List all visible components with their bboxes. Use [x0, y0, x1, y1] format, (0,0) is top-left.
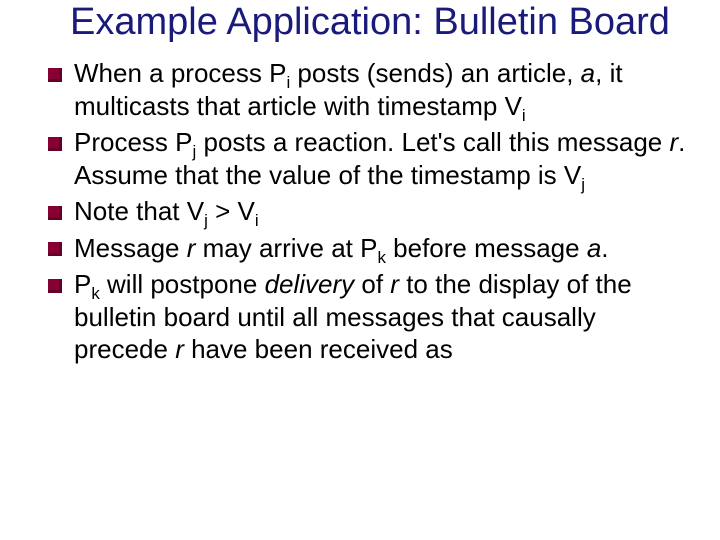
- subscript: i: [522, 106, 526, 125]
- subscript: i: [255, 211, 259, 230]
- italic-text: r: [669, 127, 678, 157]
- subscript: k: [91, 284, 99, 303]
- text: Note that V: [74, 196, 204, 226]
- italic-text: a: [581, 58, 595, 88]
- slide-title: Example Application: Bulletin Board: [48, 2, 692, 43]
- text: of: [354, 269, 390, 299]
- list-item: When a process P i posts (sends) an artic…: [48, 57, 692, 122]
- slide: Example Application: Bulletin Board When…: [0, 2, 720, 540]
- text: posts a reaction. Let's call this messag…: [196, 127, 669, 157]
- text: > V: [208, 196, 255, 226]
- list-item: Process P j posts a reaction. Let's call …: [48, 126, 692, 191]
- subscript: k: [377, 248, 385, 267]
- text: .: [601, 233, 608, 263]
- italic-text: r: [390, 269, 399, 299]
- text: may arrive at P: [195, 233, 377, 263]
- list-item: Message r may arrive at Pk before messag…: [48, 232, 692, 265]
- text: When a process P: [74, 58, 286, 88]
- text: will postpone: [100, 269, 265, 299]
- text: Message: [74, 233, 187, 263]
- text: Process P: [74, 127, 193, 157]
- italic-text: a: [587, 233, 601, 263]
- text: before message: [386, 233, 587, 263]
- bullet-list: When a process P i posts (sends) an artic…: [48, 57, 692, 366]
- text: have been received as: [184, 334, 453, 364]
- list-item: Pk will postpone delivery of r to the di…: [48, 268, 692, 366]
- subscript: j: [581, 175, 585, 194]
- text: P: [74, 269, 91, 299]
- list-item: Note that Vj > Vi: [48, 195, 692, 228]
- italic-text: r: [175, 334, 184, 364]
- italic-text: delivery: [265, 269, 355, 299]
- text: posts (sends) an article,: [290, 58, 580, 88]
